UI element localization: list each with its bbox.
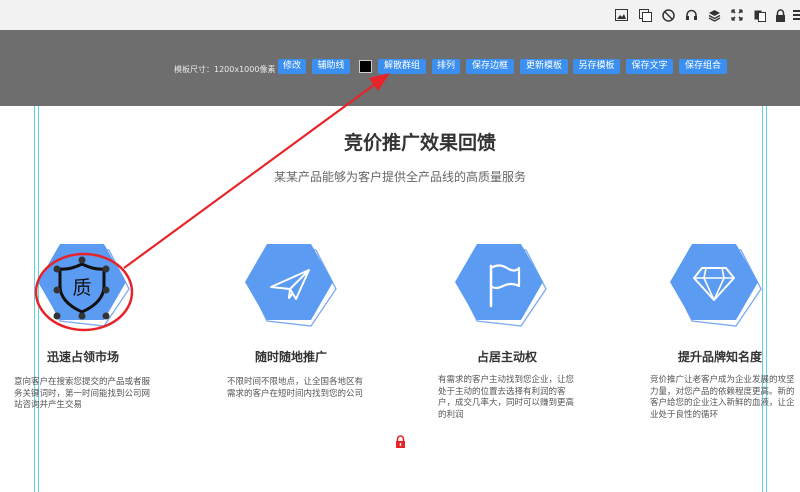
paper-plane-icon[interactable] xyxy=(243,236,339,336)
flag-icon[interactable] xyxy=(453,236,549,336)
section-title: 竞价推广效果回馈 xyxy=(343,132,496,154)
feature-title-2: 随时随地推广 xyxy=(254,350,327,364)
feature-desc-4: 竞价推广让老客户成为企业发展的攻坚力量，对您产品的依赖程度更高。新的客户给您的企… xyxy=(650,375,795,420)
headset-icon[interactable] xyxy=(684,8,698,22)
ban-icon[interactable] xyxy=(661,8,675,22)
copy-icon[interactable] xyxy=(638,8,652,22)
feature-title-1: 迅速占领市场 xyxy=(46,350,119,364)
save-as-template-button[interactable]: 另存模板 xyxy=(573,59,620,74)
section-subtitle: 某某产品能够为客户提供全产品线的高质量服务 xyxy=(273,170,526,184)
paste-icon[interactable] xyxy=(753,8,767,22)
lock-icon[interactable] xyxy=(773,8,787,22)
arrange-button[interactable]: 排列 xyxy=(432,59,460,74)
image-icon[interactable] xyxy=(614,8,628,22)
quality-shield-icon[interactable]: 质 xyxy=(36,236,132,336)
browser-toolbar xyxy=(0,0,800,31)
ungroup-button[interactable]: 解散群组 xyxy=(378,59,426,74)
feature-desc-1: 意向客户在搜索您提交的产品或者服务关键词时，第一时间能找到公司网站咨询并产生交易 xyxy=(14,377,151,410)
save-text-button[interactable]: 保存文字 xyxy=(626,59,673,74)
guide-line-right[interactable] xyxy=(766,106,767,492)
fullscreen-icon[interactable] xyxy=(730,8,744,22)
feature-desc-3: 有需求的客户主动找到您企业，让您处于主动的位置去选择有利润的客户，成交几率大，同… xyxy=(438,375,575,420)
feature-title-4: 提升品牌知名度 xyxy=(677,350,762,364)
guideline-button[interactable]: 辅助线 xyxy=(312,59,350,74)
feature-desc-2: 不限时间不限地点，让全国各地区有需求的客户在短时间内找到您的公司 xyxy=(227,377,364,399)
editor-toolbar: 模板尺寸：1200x1000像素 修改 辅助线 解散群组 排列 保存边框 更新模… xyxy=(0,30,800,106)
save-group-button[interactable]: 保存组合 xyxy=(679,59,727,74)
update-template-button[interactable]: 更新模板 xyxy=(520,59,568,74)
template-size-label: 模板尺寸：1200x1000像素 xyxy=(174,65,276,74)
menu-icon[interactable] xyxy=(792,8,800,22)
color-swatch[interactable] xyxy=(359,60,372,73)
modify-button[interactable]: 修改 xyxy=(278,59,306,74)
save-border-button[interactable]: 保存边框 xyxy=(466,59,514,74)
guide-line-left[interactable] xyxy=(34,106,35,492)
layers-icon[interactable] xyxy=(707,8,721,22)
feature-title-3: 占居主动权 xyxy=(476,350,537,364)
quality-glyph: 质 xyxy=(72,277,91,299)
diamond-icon[interactable] xyxy=(668,236,764,336)
lock-icon[interactable] xyxy=(395,433,406,452)
